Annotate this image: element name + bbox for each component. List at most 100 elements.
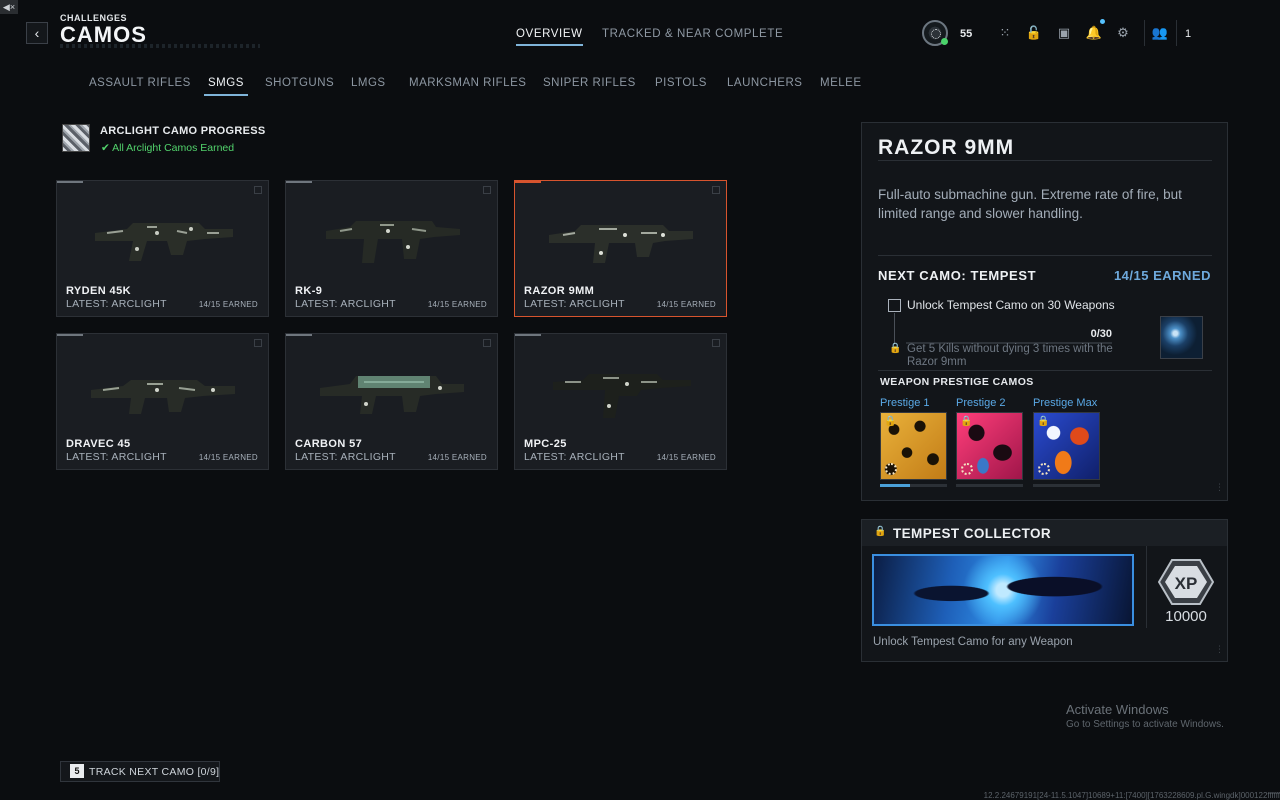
weapon-name: CARBON 57 xyxy=(295,438,363,450)
activate-windows-subtitle: Go to Settings to activate Windows. xyxy=(1066,719,1224,730)
category-sniper-rifles[interactable]: SNIPER RIFLES xyxy=(543,77,636,89)
xp-amount: 10000 xyxy=(1165,608,1207,625)
weapon-earned-count: 14/15 EARNED xyxy=(656,300,716,309)
pin-icon[interactable] xyxy=(712,339,720,347)
track-next-camo-label: TRACK NEXT CAMO [0/9] xyxy=(89,766,220,778)
party-count: 1 xyxy=(1185,28,1192,40)
challenge-unlock-tempest: Unlock Tempest Camo on 30 Weapons xyxy=(907,298,1115,312)
lock-icon: 🔒 xyxy=(874,526,887,537)
lock-icon: 🔒 xyxy=(889,343,902,354)
weapon-image xyxy=(549,225,693,263)
card-progress-bar xyxy=(286,181,312,183)
prestige-2-label: Prestige 2 xyxy=(956,397,1006,409)
prestige-1-label: Prestige 1 xyxy=(880,397,930,409)
weapon-latest-camo: LATEST: ARCLIGHT xyxy=(295,451,396,463)
weapon-name: DRAVEC 45 xyxy=(66,438,131,450)
weapon-name: RAZOR 9MM xyxy=(524,285,595,297)
back-icon: ‹ xyxy=(34,25,40,41)
weapon-name: RK-9 xyxy=(295,285,323,297)
weapon-earned-count: 14/15 EARNED xyxy=(198,300,258,309)
weapon-latest-camo: LATEST: ARCLIGHT xyxy=(66,451,167,463)
grid-icon[interactable]: ⁙ xyxy=(996,24,1014,42)
lock-icon: 🔒 xyxy=(884,416,897,427)
pin-icon[interactable] xyxy=(483,339,491,347)
keybind-hint: 5 xyxy=(70,764,84,778)
collector-reward-image[interactable] xyxy=(872,554,1134,626)
lock-icon[interactable]: 🔓 xyxy=(1025,24,1043,42)
pin-icon[interactable] xyxy=(712,186,720,194)
prestige-1-camo[interactable]: 🔒 xyxy=(880,412,947,480)
next-camo-earned: 14/15 EARNED xyxy=(1113,268,1211,283)
divider xyxy=(878,255,1212,256)
prestige-max-label: Prestige Max xyxy=(1033,397,1098,409)
weapon-latest-camo: LATEST: ARCLIGHT xyxy=(524,298,625,310)
weapon-earned-count: 14/15 EARNED xyxy=(198,453,258,462)
arclight-camo-thumbnail xyxy=(62,124,90,152)
speaker-muted-icon: ◀× xyxy=(0,0,18,14)
category-pistols[interactable]: PISTOLS xyxy=(655,77,707,89)
prestige-1-progress xyxy=(880,484,947,487)
detail-weapon-title: RAZOR 9MM xyxy=(878,136,1015,159)
weapon-image xyxy=(553,374,691,418)
tempest-camo-preview[interactable] xyxy=(1160,316,1203,359)
progress-fill xyxy=(880,484,911,487)
next-camo-title: NEXT CAMO: TEMPEST xyxy=(878,268,1037,283)
category-launchers[interactable]: LAUNCHERS xyxy=(727,77,802,89)
card-progress-bar xyxy=(286,334,312,336)
prestige-2-progress xyxy=(956,484,1023,487)
player-level: 55 xyxy=(960,28,973,40)
resize-grip-icon: ⋮ xyxy=(1215,644,1224,654)
card-progress-bar xyxy=(57,334,83,336)
activate-windows-title: Activate Windows xyxy=(1066,702,1169,717)
gear-icon[interactable]: ⚙ xyxy=(1114,24,1132,42)
pin-icon[interactable] xyxy=(483,186,491,194)
bell-icon[interactable]: 🔔 xyxy=(1085,24,1103,42)
weapon-latest-camo: LATEST: ARCLIGHT xyxy=(295,298,396,310)
pin-icon[interactable] xyxy=(254,339,262,347)
xp-label: XP xyxy=(1175,574,1198,593)
weapon-card-rk-9[interactable]: RK-9 LATEST: ARCLIGHT 14/15 EARNED xyxy=(285,180,498,317)
weapon-card-carbon-57[interactable]: CARBON 57 LATEST: ARCLIGHT 14/15 EARNED xyxy=(285,333,498,470)
weapon-card-ryden-45k[interactable]: RYDEN 45K LATEST: ARCLIGHT 14/15 EARNED xyxy=(56,180,269,317)
category-marksman-rifles[interactable]: MARKSMAN RIFLES xyxy=(409,77,526,89)
category-lmgs[interactable]: LMGS xyxy=(351,77,386,89)
weapon-latest-camo: LATEST: ARCLIGHT xyxy=(524,451,625,463)
back-button[interactable]: ‹ xyxy=(26,22,48,44)
prestige-badge-icon xyxy=(885,463,897,475)
card-progress-bar xyxy=(515,181,541,183)
lock-icon: 🔒 xyxy=(960,416,973,427)
challenge-checkbox[interactable] xyxy=(888,299,901,312)
tab-overview[interactable]: OVERVIEW xyxy=(516,28,583,46)
prestige-badge-icon xyxy=(1038,463,1050,475)
prestige-max-progress xyxy=(1033,484,1100,487)
camera-icon[interactable]: ▣ xyxy=(1055,24,1073,42)
friends-icon[interactable]: 👥 xyxy=(1151,24,1169,42)
weapon-earned-count: 14/15 EARNED xyxy=(427,453,487,462)
weapon-card-mpc-25[interactable]: MPC-25 LATEST: ARCLIGHT 14/15 EARNED xyxy=(514,333,727,470)
detail-weapon-description: Full-auto submachine gun. Extreme rate o… xyxy=(878,187,1182,221)
prestige-max-camo[interactable]: 🔒 xyxy=(1033,412,1100,480)
challenge-progress: 0/30 xyxy=(1090,328,1112,340)
pin-icon[interactable] xyxy=(254,186,262,194)
prestige-2-camo[interactable]: 🔒 xyxy=(956,412,1023,480)
weapon-card-dravec-45[interactable]: DRAVEC 45 LATEST: ARCLIGHT 14/15 EARNED xyxy=(56,333,269,470)
build-version-string: 12.2.24679191[24-11.5.1047]10689+11:[740… xyxy=(983,791,1280,800)
divider xyxy=(878,160,1212,161)
header-divider xyxy=(1176,20,1177,46)
tab-tracked-near-complete[interactable]: TRACKED & NEAR COMPLETE xyxy=(602,28,783,40)
xp-icon: XP xyxy=(1158,559,1214,605)
prestige-camos-heading: WEAPON PRESTIGE CAMOS xyxy=(880,376,1034,388)
category-assault-rifles[interactable]: ASSAULT RIFLES xyxy=(89,77,191,89)
notification-dot xyxy=(1100,19,1105,24)
challenge-kills-description: Get 5 Kills without dying 3 times with t… xyxy=(907,343,1113,368)
weapon-card-razor-9mm[interactable]: RAZOR 9MM LATEST: ARCLIGHT 14/15 EARNED xyxy=(514,180,727,317)
category-smgs[interactable]: SMGS xyxy=(204,77,248,96)
category-shotguns[interactable]: SHOTGUNS xyxy=(265,77,334,89)
category-melee[interactable]: MELEE xyxy=(820,77,862,89)
prestige-badge-icon xyxy=(961,463,973,475)
weapon-earned-count: 14/15 EARNED xyxy=(427,300,487,309)
weapon-image xyxy=(320,376,464,414)
divider xyxy=(878,370,1212,371)
weapon-latest-camo: LATEST: ARCLIGHT xyxy=(66,298,167,310)
title-decoration xyxy=(60,44,260,48)
